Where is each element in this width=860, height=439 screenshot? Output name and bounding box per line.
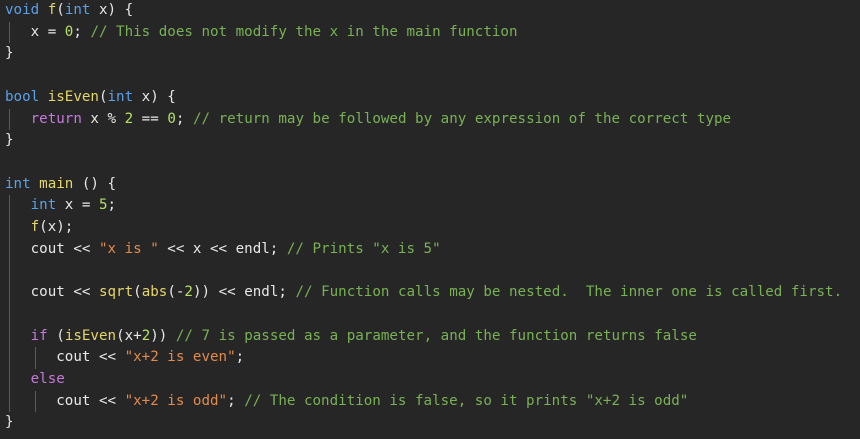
code-line: if (isEven(x+2)) // 7 is passed as a par…	[5, 326, 697, 348]
code-token: abs	[141, 284, 168, 301]
code-token: 2	[184, 284, 193, 301]
code-line: int main () {	[5, 174, 116, 196]
code-token: isEven	[64, 327, 117, 344]
code-token: (-	[167, 284, 185, 301]
indent-guide	[9, 21, 10, 44]
code-line: }	[5, 412, 14, 434]
code-line: bool isEven(int x) {	[5, 87, 176, 109]
code-token: 2	[141, 327, 151, 344]
code-token: "x+2 is even"	[124, 349, 236, 366]
indent-guide	[35, 347, 36, 369]
code-token: int	[64, 2, 91, 18]
code-token: }	[5, 132, 14, 149]
code-line: f(x);	[5, 217, 74, 239]
code-line: int x = 5;	[5, 195, 116, 217]
code-token: }	[5, 414, 14, 431]
code-token: else	[30, 370, 65, 387]
code-line: return x % 2 == 0; // return may be foll…	[5, 109, 731, 131]
code-token: 5	[98, 197, 108, 214]
code-token: 2	[124, 110, 134, 127]
code-token: cout <<	[5, 349, 125, 366]
code-token: cout <<	[5, 392, 125, 409]
code-token: () {	[73, 175, 117, 192]
code-token: // This does not modify the x in the mai…	[90, 23, 518, 40]
code-token: )) << endl;	[192, 284, 296, 301]
code-token: int	[30, 197, 57, 214]
code-token: ;	[175, 110, 193, 127]
code-token: // The condition is false, so it prints …	[244, 392, 689, 409]
code-token: "x+2 is odd"	[124, 392, 228, 409]
code-token: (x+	[116, 327, 142, 344]
code-token: // return may be followed by any express…	[192, 110, 732, 127]
code-token: }	[5, 45, 14, 62]
code-token: x) {	[90, 2, 134, 18]
code-token: int	[5, 175, 31, 192]
code-token: void	[5, 2, 40, 18]
code-token: << x << endl;	[158, 240, 287, 257]
code-token: main	[39, 175, 74, 192]
code-token: ==	[133, 110, 168, 127]
code-token: bool	[5, 88, 40, 105]
code-token: f	[30, 219, 40, 235]
code-token: (	[133, 284, 142, 301]
code-token: "x is "	[98, 240, 159, 257]
indent-guide	[35, 390, 36, 413]
code-token: ))	[150, 327, 176, 344]
code-token: x %	[81, 110, 125, 127]
code-token: cout <<	[5, 284, 99, 301]
code-token: sqrt	[98, 284, 134, 301]
code-token: cout <<	[5, 240, 99, 257]
code-token: ;	[235, 349, 245, 366]
code-line: cout << "x is " << x << endl; // Prints …	[5, 239, 441, 261]
code-token: (	[98, 88, 108, 105]
code-line: cout << sqrt(abs(-2)) << endl; // Functi…	[5, 282, 843, 304]
code-token: return	[30, 110, 82, 127]
code-token: f	[47, 2, 57, 18]
code-token: x) {	[133, 88, 176, 105]
indent-guide	[9, 195, 10, 413]
code-line: }	[5, 130, 14, 152]
code-token: x =	[5, 23, 65, 40]
code-token: ;	[227, 392, 245, 409]
code-line: }	[5, 43, 14, 65]
code-line: cout << "x+2 is even";	[5, 347, 244, 369]
code-token: (x);	[39, 219, 74, 235]
code-token: // 7 is passed as a parameter, and the f…	[175, 327, 697, 344]
code-token: (	[56, 2, 65, 18]
code-token: // Function calls may be nested. The inn…	[295, 284, 843, 301]
code-token: ;	[107, 197, 117, 214]
code-editor[interactable]: void f(int x) { x = 0; // This does not …	[0, 0, 860, 439]
code-token: int	[107, 88, 134, 105]
code-line: void f(int x) {	[5, 0, 133, 22]
code-token: ;	[73, 23, 91, 40]
code-token: x =	[56, 197, 99, 214]
code-token: // Prints "x is 5"	[286, 240, 441, 257]
indent-guide	[9, 108, 10, 131]
code-token: (	[47, 327, 65, 344]
code-line: x = 0; // This does not modify the x in …	[5, 22, 518, 44]
code-token: if	[30, 327, 48, 344]
code-line: cout << "x+2 is odd"; // The condition i…	[5, 391, 688, 413]
code-token: 0	[167, 110, 176, 127]
code-token: isEven	[47, 88, 99, 105]
code-line: else	[5, 369, 65, 391]
